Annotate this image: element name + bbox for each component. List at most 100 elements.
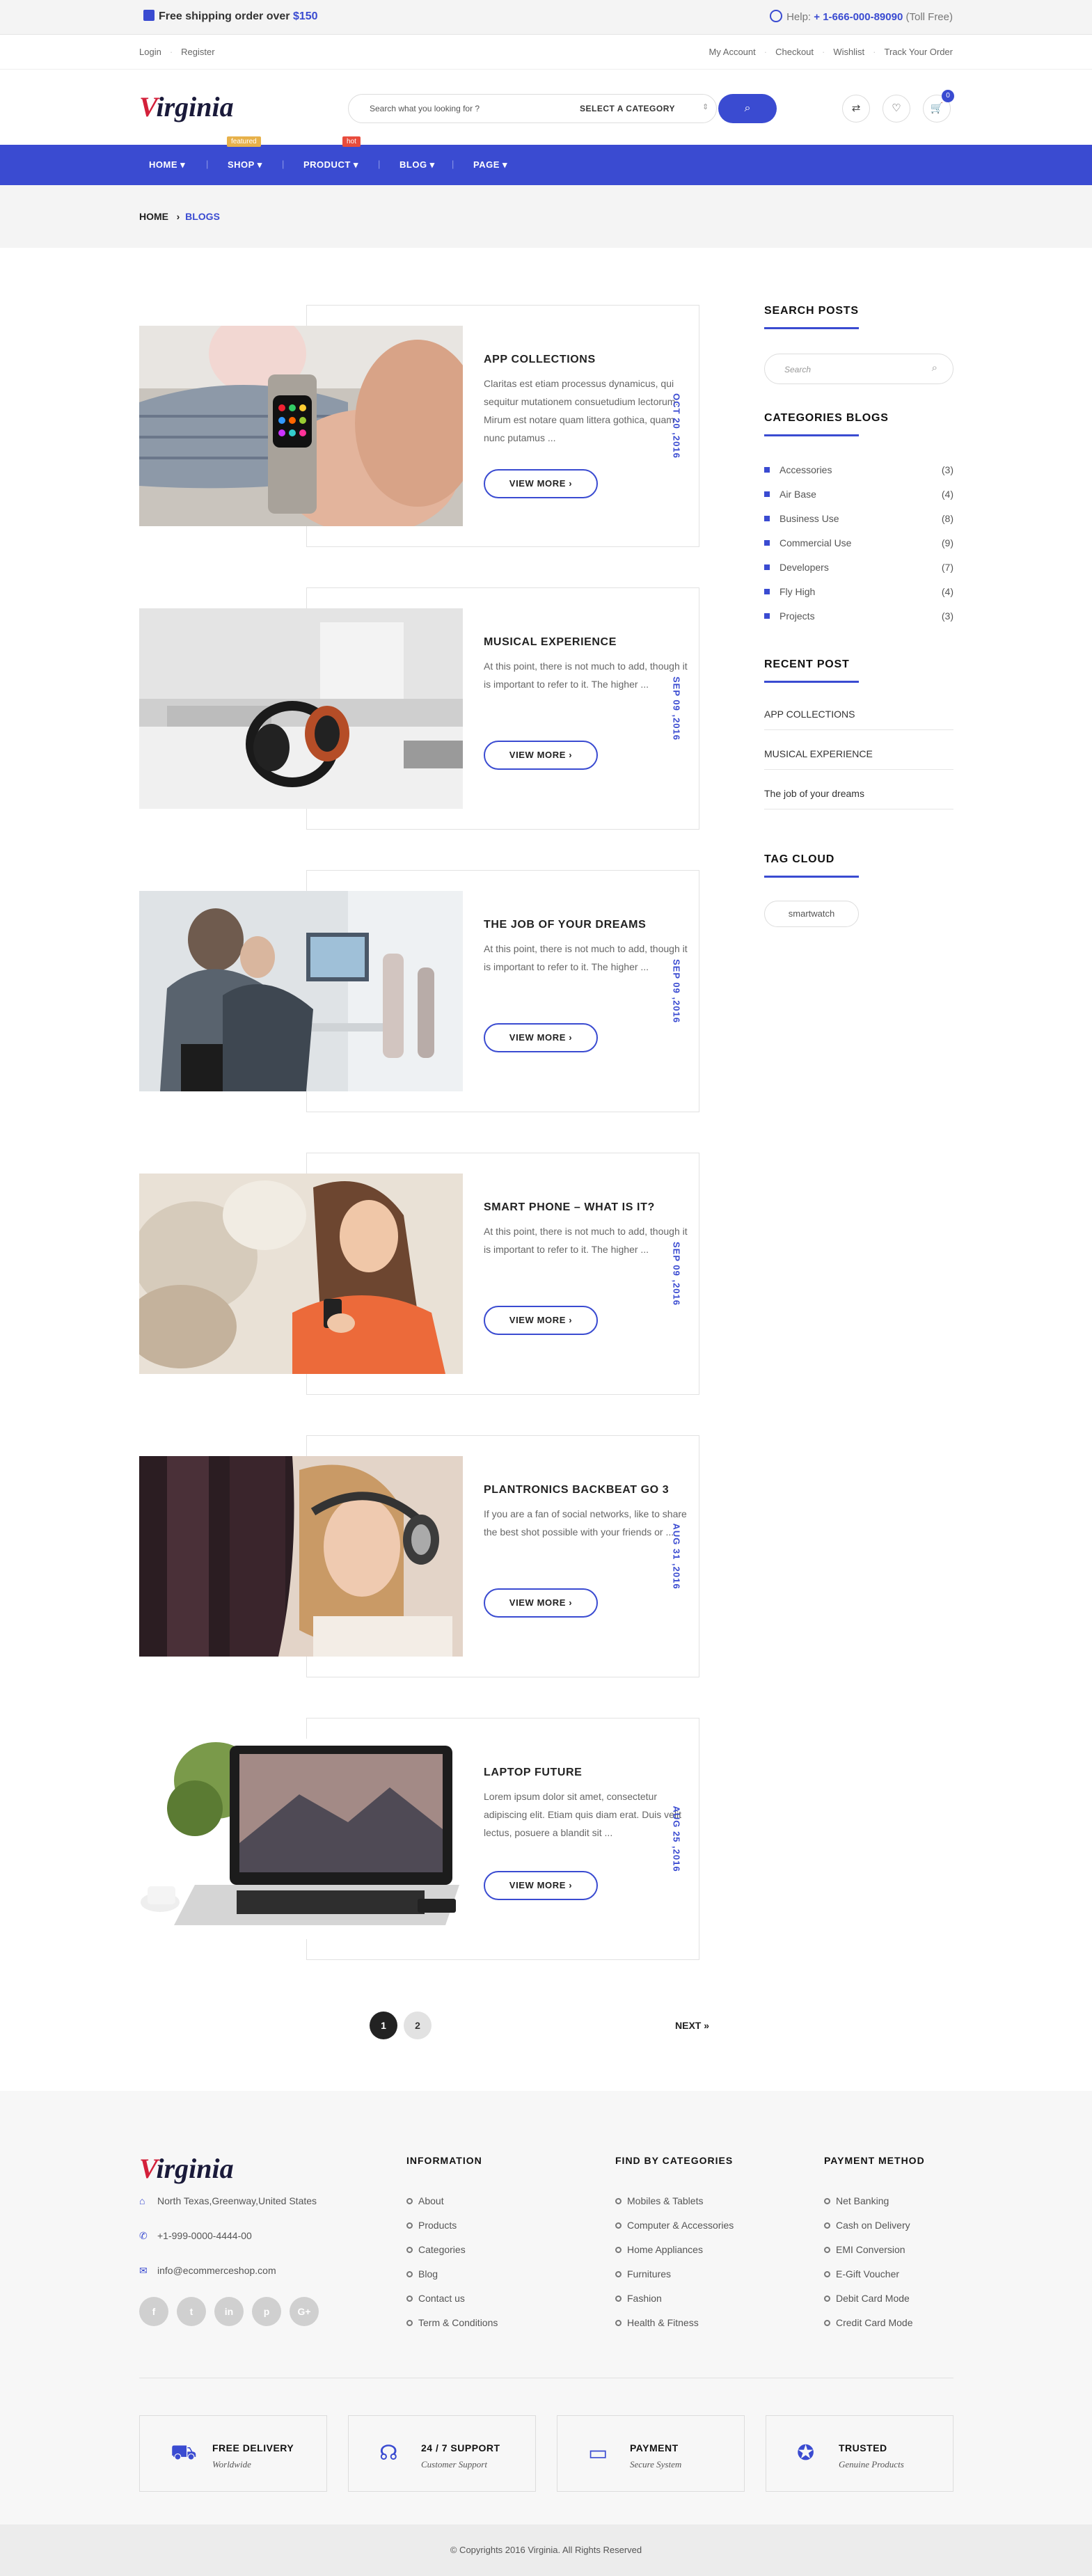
cart-icon: 🛒 (930, 102, 944, 114)
site-logo[interactable]: Virginia (139, 90, 234, 123)
my-account-link[interactable]: My Account (709, 47, 756, 57)
nav-blog[interactable]: BLOG ▾ (399, 159, 435, 171)
register-link[interactable]: Register (181, 47, 214, 57)
post-image-smartwatch[interactable] (139, 326, 463, 526)
footer-link[interactable]: Blog (406, 2268, 438, 2279)
blog-post: PLANTRONICS BACKBEAT GO 3 If you are a f… (139, 1435, 699, 1677)
category-item[interactable]: Fly High (4) (764, 585, 953, 599)
category-item[interactable]: Accessories (3) (764, 464, 953, 477)
google-plus-icon[interactable]: G+ (290, 2297, 319, 2326)
wishlist-button[interactable]: ♡ (883, 95, 910, 123)
pinterest-icon[interactable]: p (252, 2297, 281, 2326)
footer-link[interactable]: Products (406, 2220, 457, 2231)
help-phone-link[interactable]: + 1-666-000-89090 (814, 11, 903, 23)
recent-post-link[interactable]: The job of your dreams (764, 788, 953, 809)
footer-link[interactable]: Health & Fitness (615, 2317, 699, 2328)
shopping-bag-icon (143, 10, 155, 21)
recent-post-link[interactable]: APP COLLECTIONS (764, 709, 953, 730)
category-item[interactable]: Air Base (4) (764, 488, 953, 502)
widget-title: TAG CLOUD (764, 853, 835, 865)
footer-link[interactable]: Cash on Delivery (824, 2220, 910, 2231)
search-input[interactable]: Search what you looking for ? (370, 104, 480, 113)
footer-link[interactable]: Debit Card Mode (824, 2293, 910, 2304)
blog-post: THE JOB OF YOUR DREAMS At this point, th… (139, 870, 699, 1112)
heart-icon: ♡ (892, 102, 901, 114)
view-more-button[interactable]: VIEW MORE › (484, 469, 598, 498)
post-image-office[interactable] (139, 891, 463, 1091)
view-more-button[interactable]: VIEW MORE › (484, 1588, 598, 1618)
post-date: AUG 31 ,2016 (671, 1523, 682, 1590)
post-image-laptop[interactable] (139, 1739, 463, 1939)
search-icon: ⌕ (744, 102, 751, 114)
copyright: © Copyrights 2016 Virginia. All Rights R… (0, 2524, 1092, 2576)
cart-button[interactable]: 🛒 0 (923, 90, 954, 123)
footer-link[interactable]: Computer & Accessories (615, 2220, 734, 2231)
search-button[interactable]: ⌕ (718, 94, 777, 123)
instagram-icon[interactable]: in (214, 2297, 244, 2326)
footer-link[interactable]: Credit Card Mode (824, 2317, 913, 2328)
post-title[interactable]: LAPTOP FUTURE (484, 1767, 582, 1779)
checkout-link[interactable]: Checkout (775, 47, 814, 57)
chevron-right-icon: › (176, 211, 180, 222)
footer-link[interactable]: Net Banking (824, 2195, 889, 2206)
nav-page[interactable]: PAGE ▾ (473, 159, 507, 171)
compare-icon: ⇄ (851, 102, 861, 114)
nav-shop[interactable]: SHOP ▾ (228, 159, 262, 171)
post-image-woman-headphones[interactable] (139, 1456, 463, 1657)
phone-icon: ✆ (139, 2230, 148, 2241)
post-date: AUG 25 ,2016 (671, 1805, 682, 1872)
footer-link[interactable]: Term & Conditions (406, 2317, 498, 2328)
post-title[interactable]: SMART PHONE – WHAT IS IT? (484, 1201, 655, 1214)
footer-link[interactable]: About (406, 2195, 444, 2206)
sidebar-search-input[interactable]: Search ⌕ (764, 354, 953, 384)
category-item[interactable]: Business Use (8) (764, 512, 953, 526)
page-2-button[interactable]: 2 (404, 2012, 432, 2039)
blog-post: MUSICAL EXPERIENCE At this point, there … (139, 587, 699, 830)
breadcrumb-home[interactable]: HOME (139, 211, 168, 222)
view-more-button[interactable]: VIEW MORE › (484, 1871, 598, 1900)
page-1-button[interactable]: 1 (370, 2012, 397, 2039)
footer-link[interactable]: Contact us (406, 2293, 465, 2304)
footer-email[interactable]: ✉ info@ecommerceshop.com (139, 2265, 276, 2277)
compare-button[interactable]: ⇄ (842, 95, 870, 123)
category-select[interactable]: SELECT A CATEGORY (580, 104, 675, 113)
post-image-smartphone[interactable] (139, 1174, 463, 1374)
truck-icon: ⛟ (171, 2441, 197, 2464)
post-title[interactable]: APP COLLECTIONS (484, 354, 596, 366)
footer-logo[interactable]: Virginia (139, 2152, 234, 2185)
post-image-headphones[interactable] (139, 608, 463, 809)
feature-box: ⛟ FREE DELIVERY Worldwide (139, 2415, 327, 2492)
twitter-icon[interactable]: t (177, 2297, 206, 2326)
footer-link[interactable]: EMI Conversion (824, 2244, 905, 2255)
login-link[interactable]: Login (139, 47, 161, 57)
categories-widget: CATEGORIES BLOGS (764, 412, 953, 436)
category-item[interactable]: Developers (7) (764, 561, 953, 575)
footer-link[interactable]: E-Gift Voucher (824, 2268, 899, 2279)
tag-chip[interactable]: smartwatch (764, 901, 859, 927)
footer-link[interactable]: Furnitures (615, 2268, 671, 2279)
view-more-button[interactable]: VIEW MORE › (484, 1023, 598, 1052)
footer-address: ⌂ North Texas,Greenway,United States (139, 2195, 317, 2206)
footer-link[interactable]: Categories (406, 2244, 466, 2255)
category-item[interactable]: Commercial Use (9) (764, 537, 953, 551)
footer-link[interactable]: Mobiles & Tablets (615, 2195, 703, 2206)
nav-home[interactable]: HOME ▾ (149, 159, 185, 171)
category-item[interactable]: Projects (3) (764, 610, 953, 624)
feature-box: ☊ 24 / 7 SUPPORT Customer Support (348, 2415, 536, 2492)
view-more-button[interactable]: VIEW MORE › (484, 741, 598, 770)
track-order-link[interactable]: Track Your Order (884, 47, 953, 57)
recent-post-link[interactable]: MUSICAL EXPERIENCE (764, 748, 953, 770)
footer-link[interactable]: Home Appliances (615, 2244, 703, 2255)
next-page-link[interactable]: NEXT » (675, 2020, 709, 2031)
post-title[interactable]: MUSICAL EXPERIENCE (484, 636, 617, 649)
post-date: OCT 20 ,2016 (671, 393, 682, 459)
footer-column-title: FIND BY CATEGORIES (615, 2155, 734, 2166)
footer-link[interactable]: Fashion (615, 2293, 662, 2304)
nav-product[interactable]: PRODUCT ▾ (303, 159, 358, 171)
facebook-icon[interactable]: f (139, 2297, 168, 2326)
post-excerpt: At this point, there is not much to add,… (484, 943, 688, 972)
post-title[interactable]: PLANTRONICS BACKBEAT GO 3 (484, 1484, 669, 1496)
wishlist-link[interactable]: Wishlist (833, 47, 864, 57)
view-more-button[interactable]: VIEW MORE › (484, 1306, 598, 1335)
post-title[interactable]: THE JOB OF YOUR DREAMS (484, 919, 646, 931)
